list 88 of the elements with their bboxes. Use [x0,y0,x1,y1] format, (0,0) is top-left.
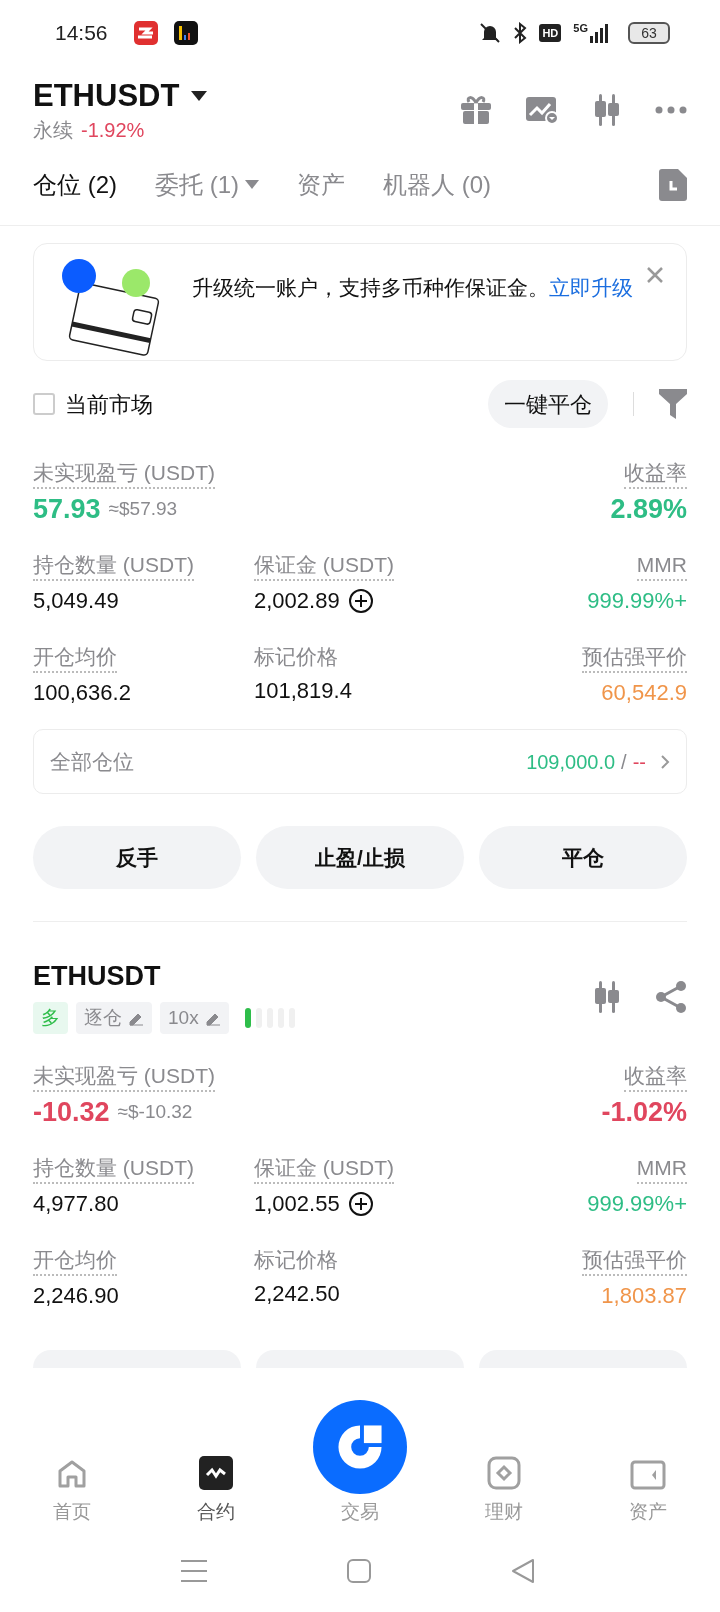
action-button[interactable]: 平仓 [479,826,687,889]
battery-indicator: 63 [628,22,670,44]
hd-badge: HD [539,24,562,42]
back-icon[interactable] [510,1558,535,1584]
nav-item[interactable]: 资产 [576,1400,720,1533]
metric-value: 1,803.87 [601,1282,687,1310]
metric-value: 1,002.55 [254,1190,340,1218]
menu-icon[interactable] [180,1559,207,1583]
upgrade-link[interactable]: 立即升级 [549,276,633,299]
candlestick-icon[interactable] [592,94,622,126]
nav-item[interactable]: 合约 [144,1400,288,1533]
more-icon[interactable] [655,106,687,114]
all-positions-row[interactable]: 全部仓位 109,000.0 / -- [33,729,687,794]
metric-value: -1.02% [601,1096,687,1128]
close-all-button[interactable]: 一键平仓 [488,380,608,428]
position-symbol: ETHUSDT [33,960,162,992]
action-button[interactable]: 反手 [33,826,241,889]
metric-value: 5,049.49 [33,587,119,615]
banner-text: 升级统一账户，支持多币种作保证金。立即升级 [192,275,633,301]
contract-type: 永续 [33,118,73,143]
action-button[interactable]: 止盈/止损 [256,826,464,889]
nav-item[interactable]: 交易 [288,1400,432,1533]
gift-icon[interactable] [460,95,492,125]
side-tag: 多 [33,1002,68,1034]
candlestick-icon[interactable] [592,981,622,1013]
price-change: -1.92% [81,118,145,143]
metric-value: 101,819.4 [254,677,352,705]
close-icon[interactable] [646,266,664,284]
tab[interactable]: 仓位 (2) [33,166,117,203]
chart-alert-icon[interactable] [525,95,559,125]
signal-icon [590,23,610,43]
bell-off-icon [479,22,502,44]
metric-label: MMR [636,551,687,581]
tab[interactable]: 资产 [297,166,345,203]
nav-item[interactable]: 理财 [432,1400,576,1533]
symbol-title[interactable]: ETHUSDT [33,76,180,116]
metric-label: 持仓数量 (USDT) [33,1154,194,1184]
app-icon [133,21,158,45]
metric-label: 开仓均价 [33,1246,117,1276]
home-button-icon[interactable] [346,1559,371,1583]
metric-value: 2,002.89 [254,587,340,615]
metric-value: 2,246.90 [33,1282,119,1310]
share-icon[interactable] [655,981,687,1013]
metric-value: 100,636.2 [33,679,131,707]
metric-label: 保证金 (USDT) [254,1154,394,1184]
metric-value: 2,242.50 [254,1280,340,1308]
metric-label: 未实现盈亏 (USDT) [33,1062,215,1092]
wallet-icon [630,1460,666,1490]
add-icon[interactable] [347,1191,374,1217]
nav-item[interactable]: 首页 [0,1400,144,1533]
metric-value: 2.89% [610,493,687,525]
tab[interactable]: 机器人 (0) [383,166,491,203]
editable-tag[interactable]: 10x [160,1002,229,1034]
metric-value: 60,542.9 [601,679,687,707]
metric-value: 999.99%+ [587,587,687,615]
metric-label: 持仓数量 (USDT) [33,551,194,581]
metric-value: 999.99%+ [587,1190,687,1218]
risk-meter [244,1008,295,1028]
tab[interactable]: 委托 (1) [155,166,259,203]
metric-value: 4,977.80 [33,1190,119,1218]
metric-label: 预估强平价 [582,1246,687,1276]
metric-value: 57.93 [33,493,101,525]
metric-label: MMR [636,1154,687,1184]
metric-label: 开仓均价 [33,643,117,673]
home-icon [56,1458,88,1490]
metric-label: 标记价格 [254,1247,338,1273]
approx-value: ≈$57.93 [108,496,178,521]
approx-value: ≈$-10.32 [117,1099,193,1124]
add-icon[interactable] [347,588,374,614]
metric-label: 保证金 (USDT) [254,551,394,581]
checkbox[interactable] [33,393,55,415]
network-label: 5G [573,23,588,34]
chevron-right-icon [660,753,670,770]
metric-label: 标记价格 [254,644,338,670]
status-time: 14:56 [55,20,108,47]
caret-icon[interactable] [191,91,208,101]
metric-label: 收益率 [624,459,687,489]
document-clock-icon[interactable] [659,168,687,201]
bluetooth-icon [513,22,528,44]
metric-label: 收益率 [624,1062,687,1092]
filter-icon[interactable] [659,389,687,419]
metric-value: -10.32 [33,1096,110,1128]
editable-tag[interactable]: 逐仓 [76,1002,152,1034]
metric-label: 预估强平价 [582,643,687,673]
checkbox-label: 当前市场 [65,390,153,419]
bar-chart-icon [173,21,198,45]
caret-icon [245,180,259,189]
metric-label: 未实现盈亏 (USDT) [33,459,215,489]
